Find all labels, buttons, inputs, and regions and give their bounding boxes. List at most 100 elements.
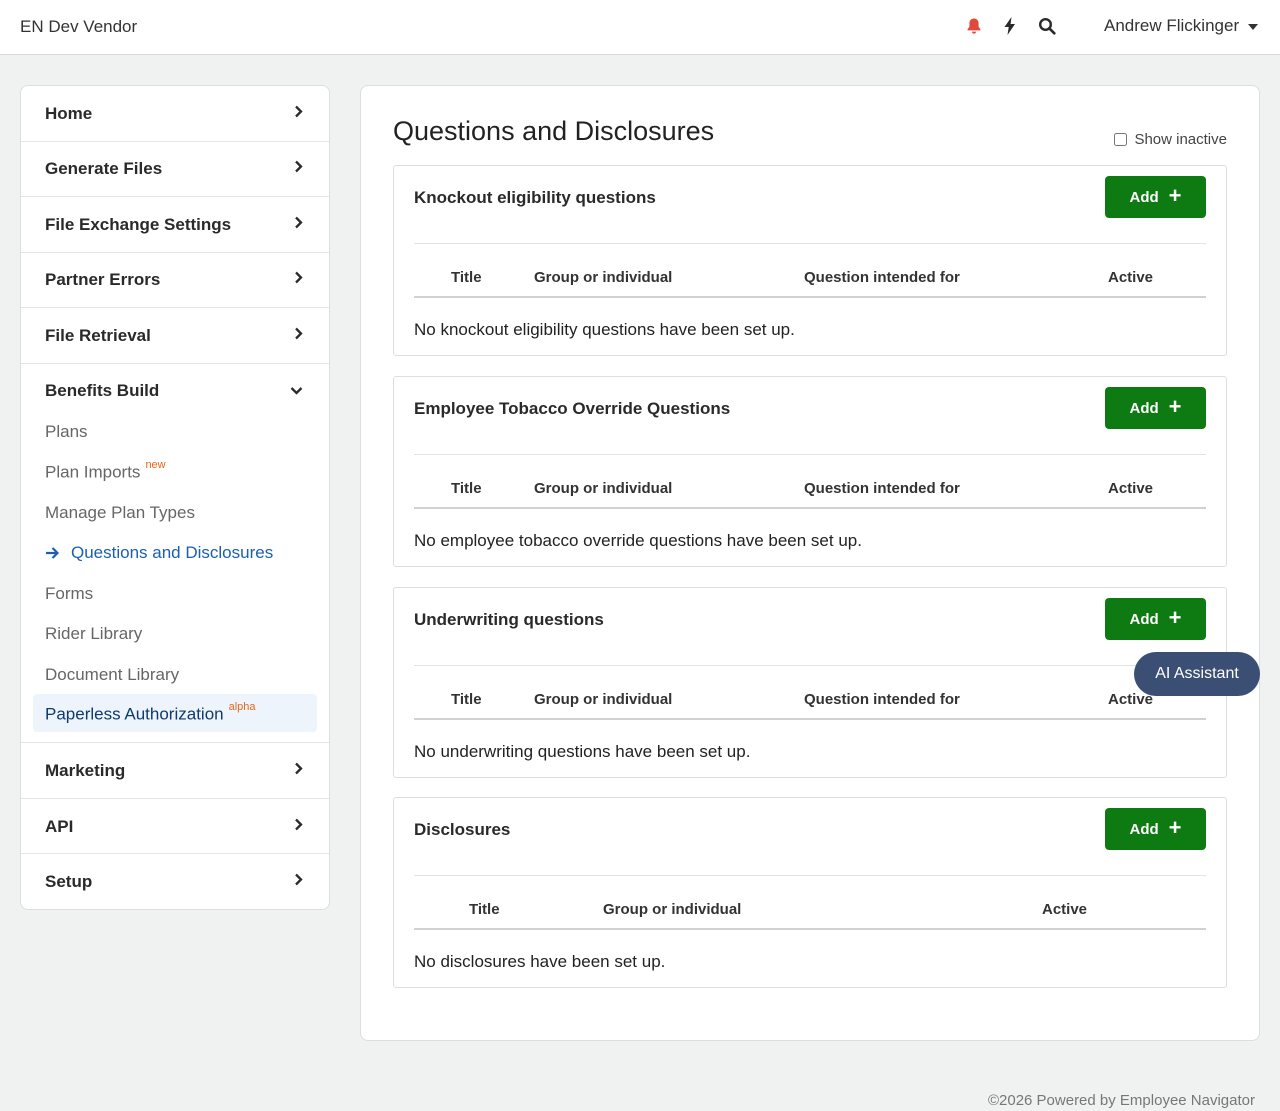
sidebar-section-label: File Exchange Settings (45, 215, 232, 234)
column-header-title[interactable]: Title (469, 901, 500, 918)
caret-down-icon (1248, 24, 1259, 30)
sidebar-section-label: Marketing (45, 761, 126, 780)
user-name: Andrew Flickinger (1104, 16, 1240, 35)
sidebar-section-label: Benefits Build (45, 381, 160, 400)
sidebar-section-label: File Retrieval (45, 326, 151, 345)
brand-name[interactable]: EN Dev Vendor (20, 17, 137, 37)
chevron-right-icon (294, 327, 303, 345)
sidebar-section-file-retrieval[interactable]: File Retrieval (21, 308, 329, 364)
sidebar-section-label: API (45, 817, 74, 836)
add-tobacco-question-button[interactable]: Add + (1105, 387, 1206, 429)
new-badge: new (145, 459, 166, 471)
card-title: Employee Tobacco Override Questions (414, 399, 731, 418)
sidebar-section-file-exchange-settings[interactable]: File Exchange Settings (21, 197, 329, 253)
search-icon[interactable] (1035, 14, 1059, 38)
sidebar-section-label: Generate Files (45, 159, 163, 178)
sidebar-item-label: Paperless Authorization (45, 704, 224, 724)
chevron-down-icon (290, 382, 303, 400)
empty-state-message: No employee tobacco override questions h… (414, 531, 862, 550)
card-title: Disclosures (414, 820, 511, 839)
sidebar-item-questions-and-disclosures[interactable]: Questions and Disclosures (45, 543, 273, 563)
card-title: Knockout eligibility questions (414, 188, 656, 207)
column-header-group-or-individual[interactable]: Group or individual (603, 901, 741, 918)
underwriting-card: Underwriting questions Add + Title Group … (393, 587, 1227, 778)
sidebar-section-api[interactable]: API (21, 799, 329, 855)
add-label: Add (1129, 188, 1159, 206)
divider (414, 875, 1206, 876)
page-title: Questions and Disclosures (393, 116, 715, 146)
sidebar-section-marketing[interactable]: Marketing (21, 743, 329, 799)
chevron-right-icon (294, 105, 303, 123)
sidebar-item-paperless-authorization[interactable]: Paperless Authorization alpha (45, 701, 256, 725)
chevron-right-icon (294, 271, 303, 289)
column-header-group-or-individual[interactable]: Group or individual (534, 269, 672, 286)
add-knockout-question-button[interactable]: Add + (1105, 176, 1206, 218)
column-header-question-intended-for[interactable]: Question intended for (804, 269, 960, 286)
divider (414, 665, 1206, 666)
table-header-line (414, 296, 1206, 298)
divider (414, 454, 1206, 455)
chevron-right-icon (294, 818, 303, 836)
chevron-right-icon (294, 873, 303, 891)
sidebar-item-manage-plan-types[interactable]: Manage Plan Types (45, 503, 195, 523)
sidebar-item-label: Plan Imports (45, 462, 141, 482)
empty-state-message: No underwriting questions have been set … (414, 742, 751, 761)
sidebar-section-generate-files[interactable]: Generate Files (21, 141, 329, 197)
sidebar-section-label: Setup (45, 872, 93, 891)
bell-icon[interactable] (962, 14, 986, 38)
tobacco-override-card: Employee Tobacco Override Questions Add +… (393, 376, 1227, 567)
sidebar-section-home[interactable]: Home (21, 86, 329, 142)
divider (414, 243, 1206, 244)
plus-icon: + (1168, 183, 1182, 208)
table-header-line (414, 718, 1206, 720)
sidebar-item-forms[interactable]: Forms (45, 584, 93, 604)
sidebar-item-rider-library[interactable]: Rider Library (45, 624, 142, 644)
empty-state-message: No knockout eligibility questions have b… (414, 320, 795, 339)
column-header-active[interactable]: Active (1042, 901, 1087, 918)
alpha-badge: alpha (228, 701, 256, 713)
sidebar-item-document-library[interactable]: Document Library (45, 665, 179, 685)
chevron-right-icon (294, 762, 303, 780)
column-header-active[interactable]: Active (1108, 269, 1153, 286)
sidebar-section-setup[interactable]: Setup (21, 854, 329, 909)
top-bar: EN Dev Vendor Andrew Flickinger (0, 0, 1280, 55)
add-disclosure-button[interactable]: Add + (1105, 808, 1206, 850)
plus-icon: + (1168, 394, 1182, 419)
column-header-group-or-individual[interactable]: Group or individual (534, 691, 672, 708)
footer-text: ©2026 Powered by Employee Navigator (987, 1092, 1255, 1109)
show-inactive-checkbox[interactable] (1114, 133, 1128, 146)
arrow-right-icon (45, 546, 60, 560)
column-header-title[interactable]: Title (451, 480, 482, 497)
sidebar-item-plans[interactable]: Plans (45, 422, 88, 442)
sidebar-item-label: Questions and Disclosures (71, 543, 274, 562)
add-label: Add (1129, 820, 1159, 838)
sidebar-section-benefits-build[interactable]: Benefits Build (21, 363, 329, 419)
ai-assistant-button[interactable]: AI Assistant (1134, 652, 1260, 696)
column-header-question-intended-for[interactable]: Question intended for (804, 691, 960, 708)
add-label: Add (1129, 399, 1159, 417)
add-underwriting-question-button[interactable]: Add + (1105, 598, 1206, 640)
empty-state-message: No disclosures have been set up. (414, 952, 666, 971)
disclosures-card: Disclosures Add + Title Group or individu… (393, 797, 1227, 988)
table-header-line (414, 928, 1206, 930)
add-label: Add (1129, 610, 1159, 628)
column-header-active[interactable]: Active (1108, 480, 1153, 497)
column-header-group-or-individual[interactable]: Group or individual (534, 480, 672, 497)
column-header-title[interactable]: Title (451, 269, 482, 286)
knockout-eligibility-card: Knockout eligibility questions Add + Titl… (393, 165, 1227, 356)
column-header-question-intended-for[interactable]: Question intended for (804, 480, 960, 497)
main-panel: Questions and Disclosures Show inactive … (360, 85, 1260, 1041)
plus-icon: + (1168, 815, 1182, 840)
bolt-icon[interactable] (998, 14, 1022, 38)
sidebar-section-partner-errors[interactable]: Partner Errors (21, 252, 329, 308)
chevron-right-icon (294, 160, 303, 178)
table-header-line (414, 507, 1206, 509)
sidebar-item-plan-imports[interactable]: Plan Imports new (45, 459, 166, 483)
user-menu[interactable]: Andrew Flickinger (1104, 16, 1259, 36)
chevron-right-icon (294, 216, 303, 234)
column-header-title[interactable]: Title (451, 691, 482, 708)
card-title: Underwriting questions (414, 610, 604, 629)
plus-icon: + (1168, 605, 1182, 630)
show-inactive-label: Show inactive (1134, 131, 1227, 148)
show-inactive-toggle[interactable]: Show inactive (1114, 131, 1227, 148)
